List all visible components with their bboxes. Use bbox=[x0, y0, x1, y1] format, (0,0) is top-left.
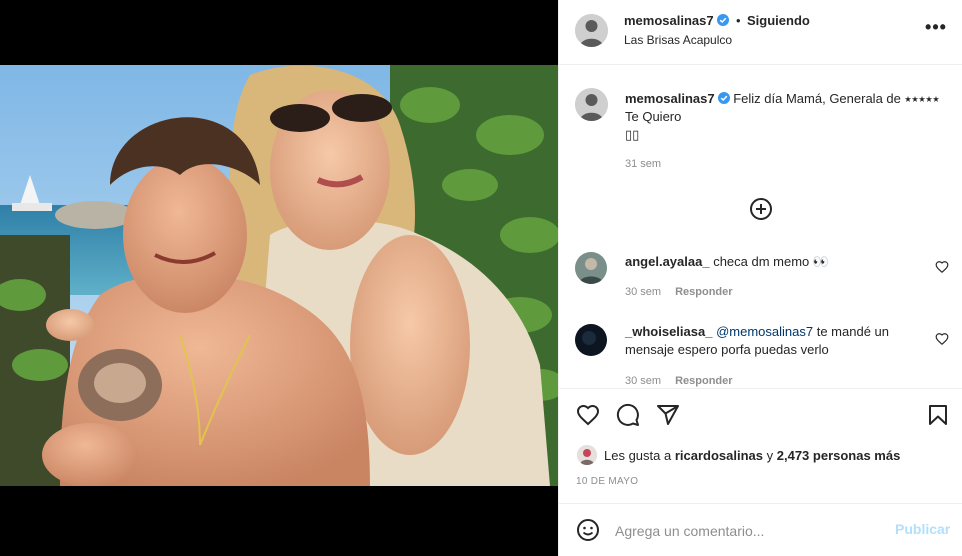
reply-button[interactable]: Responder bbox=[675, 286, 732, 298]
reply-button[interactable]: Responder bbox=[675, 375, 732, 387]
liker-avatar[interactable] bbox=[577, 445, 597, 465]
comment-avatar-image bbox=[575, 324, 607, 356]
comment-avatar[interactable] bbox=[575, 324, 607, 356]
instagram-post: memosalinas7 • Siguiendo Las Brisas Acap… bbox=[0, 0, 962, 556]
caption: memosalinas7 Feliz día Mamá, Generala de… bbox=[625, 90, 945, 144]
comment-username[interactable]: angel.ayalaa_ bbox=[625, 254, 710, 269]
bookmark-icon bbox=[929, 405, 947, 425]
likes-prefix: Les gusta a bbox=[604, 448, 672, 463]
author-avatar-image bbox=[575, 14, 608, 47]
caption-emoji-line: ▯▯ bbox=[625, 127, 640, 142]
publish-button[interactable]: Publicar bbox=[895, 521, 950, 537]
share-button[interactable] bbox=[655, 403, 681, 429]
author-username[interactable]: memosalinas7 bbox=[624, 13, 729, 28]
share-icon bbox=[657, 405, 679, 425]
post-header: memosalinas7 • Siguiendo Las Brisas Acap… bbox=[559, 0, 962, 65]
post-actions: Les gusta a ricardosalinas y 2,473 perso… bbox=[559, 388, 962, 503]
more-options-icon[interactable]: ••• bbox=[925, 18, 947, 40]
like-button[interactable] bbox=[575, 403, 601, 429]
comment-button[interactable] bbox=[615, 403, 641, 429]
likes-connector: y bbox=[766, 448, 774, 463]
verified-badge-icon bbox=[716, 14, 729, 26]
load-more-icon bbox=[750, 198, 772, 220]
comment-avatar[interactable] bbox=[575, 252, 607, 284]
caption-avatar[interactable] bbox=[575, 88, 608, 121]
post-sidebar: memosalinas7 • Siguiendo Las Brisas Acap… bbox=[558, 0, 962, 556]
heart-icon bbox=[576, 404, 600, 426]
follow-status-button[interactable]: Siguiendo bbox=[747, 13, 810, 28]
comment-mention[interactable]: @memosalinas7 bbox=[716, 324, 813, 339]
verified-badge-icon bbox=[717, 92, 730, 104]
comment-time[interactable]: 30 sem bbox=[625, 375, 661, 387]
photo-illustration bbox=[0, 65, 558, 486]
header-separator: • bbox=[736, 13, 741, 28]
comment-icon bbox=[616, 403, 639, 426]
heart-icon[interactable] bbox=[935, 260, 949, 274]
load-more-comments-button[interactable] bbox=[749, 197, 773, 221]
likes-count[interactable]: 2,473 personas más bbox=[777, 448, 901, 463]
caption-avatar-image bbox=[575, 88, 608, 121]
emoji-icon bbox=[577, 519, 599, 541]
author-avatar[interactable] bbox=[575, 14, 608, 47]
likes-summary: Les gusta a ricardosalinas y 2,473 perso… bbox=[604, 448, 900, 463]
caption-username[interactable]: memosalinas7 bbox=[625, 91, 715, 106]
save-button[interactable] bbox=[925, 403, 951, 429]
add-comment-bar: Publicar bbox=[559, 503, 962, 556]
post-date[interactable]: 10 DE MAYO bbox=[576, 476, 638, 487]
comment-username[interactable]: _whoiseliasa_ bbox=[625, 324, 712, 339]
comment: _whoiseliasa_ @memosalinas7 te mandé un … bbox=[625, 323, 920, 359]
heart-icon[interactable] bbox=[935, 332, 949, 346]
comment: angel.ayalaa_ checa dm memo 👀 bbox=[625, 253, 920, 271]
comment-meta: 30 sem Responder bbox=[625, 375, 733, 387]
post-photo[interactable] bbox=[0, 65, 558, 486]
comment-avatar-image bbox=[575, 252, 607, 284]
post-location[interactable]: Las Brisas Acapulco bbox=[624, 33, 732, 47]
comment-text: checa dm memo 👀 bbox=[713, 254, 830, 269]
post-media bbox=[0, 0, 558, 556]
comments-section[interactable]: memosalinas7 Feliz día Mamá, Generala de… bbox=[559, 66, 962, 388]
liker-avatar-image bbox=[577, 445, 597, 465]
emoji-button[interactable] bbox=[575, 518, 601, 544]
caption-time[interactable]: 31 sem bbox=[625, 158, 661, 170]
comment-input[interactable] bbox=[615, 520, 885, 542]
liker-username[interactable]: ricardosalinas bbox=[675, 448, 763, 463]
comment-time[interactable]: 30 sem bbox=[625, 286, 661, 298]
comment-meta: 30 sem Responder bbox=[625, 286, 733, 298]
author-username-text[interactable]: memosalinas7 bbox=[624, 13, 714, 28]
